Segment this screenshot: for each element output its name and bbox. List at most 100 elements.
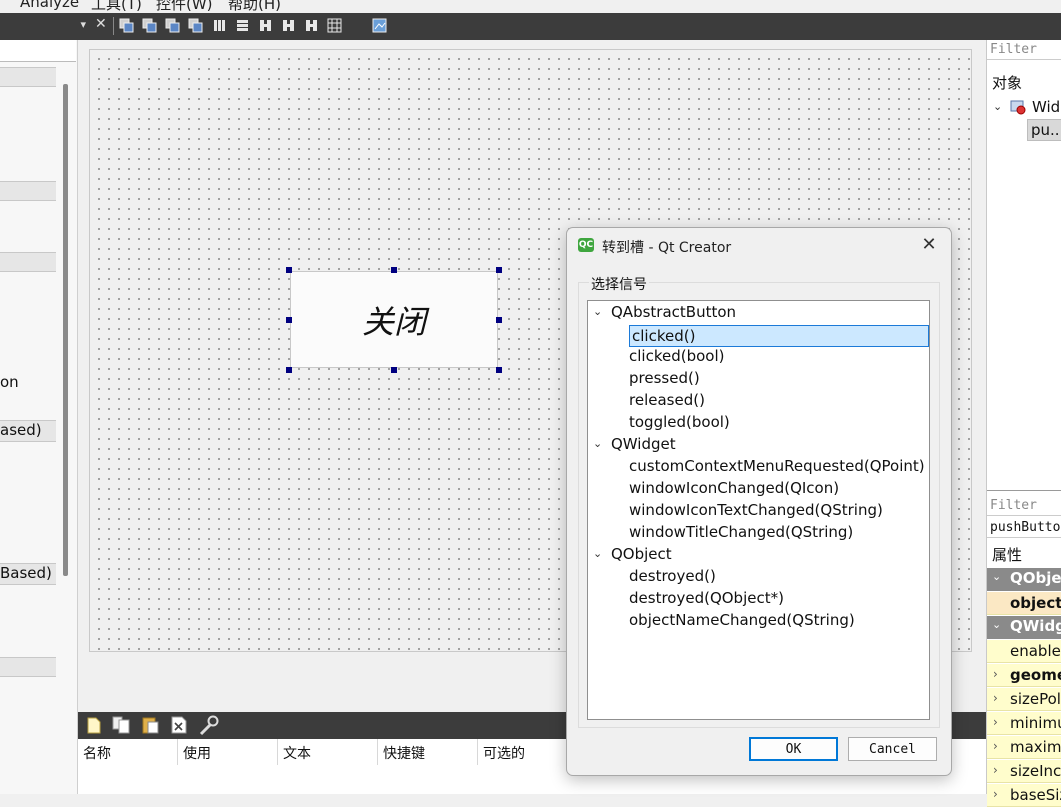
- column-header-shortcut[interactable]: 快捷键: [383, 743, 425, 763]
- delete-action-icon[interactable]: [171, 716, 187, 734]
- property-group[interactable]: ⌄ QObjec: [987, 568, 1061, 591]
- column-header-checkable[interactable]: 可选的: [483, 743, 525, 763]
- close-icon[interactable]: ✕: [95, 16, 107, 32]
- signal-class-node[interactable]: QObject: [611, 545, 672, 563]
- property-editor-filter[interactable]: Filter: [987, 496, 1061, 516]
- object-inspector-filter[interactable]: Filter: [987, 40, 1061, 60]
- resize-handle[interactable]: [496, 267, 502, 273]
- widget-box-panel: on ased) Based): [0, 40, 78, 794]
- layout-form-icon[interactable]: [304, 18, 319, 33]
- menu-analyze[interactable]: Analyze: [20, 0, 79, 11]
- push-button-close[interactable]: 关闭: [290, 271, 498, 368]
- property-row[interactable]: objectN: [987, 592, 1061, 615]
- signal-tree[interactable]: ⌄ QAbstractButton clicked() clicked(bool) pr…: [587, 300, 930, 720]
- paste-action-icon[interactable]: [141, 716, 160, 734]
- qt-creator-icon: QC: [578, 238, 594, 252]
- chevron-right-icon[interactable]: ›: [993, 739, 998, 753]
- signal-item[interactable]: pressed(): [629, 369, 700, 387]
- chevron-right-icon[interactable]: ›: [993, 787, 998, 801]
- signal-item[interactable]: toggled(bool): [629, 413, 730, 431]
- column-header-text[interactable]: 文本: [283, 743, 311, 763]
- layout-grid-icon[interactable]: [327, 18, 342, 33]
- property-group[interactable]: ⌄ QWidg: [987, 616, 1061, 639]
- chevron-down-icon[interactable]: ⌄: [593, 305, 602, 318]
- new-action-icon[interactable]: [87, 717, 101, 734]
- right-dock: Filter 对象 ⌄ Wid pu... Filter pushButto 属…: [986, 40, 1061, 807]
- resize-handle[interactable]: [391, 267, 397, 273]
- chevron-right-icon[interactable]: ›: [993, 667, 998, 681]
- object-root-item[interactable]: Wid: [1032, 98, 1060, 116]
- resize-handle[interactable]: [496, 317, 502, 323]
- cancel-button[interactable]: Cancel: [848, 737, 937, 761]
- widget-category[interactable]: [0, 252, 56, 272]
- layout-horizontal-splitter-icon[interactable]: [258, 18, 273, 33]
- widget-item[interactable]: on: [0, 373, 19, 391]
- signal-class-node[interactable]: QAbstractButton: [611, 303, 736, 321]
- layout-vertical-splitter-icon[interactable]: [281, 18, 296, 33]
- go-to-slot-dialog: QC 转到槽 - Qt Creator ✕ 选择信号 ⌄ QAbstractBut…: [566, 227, 952, 776]
- property-row[interactable]: › baseSiz: [987, 784, 1061, 807]
- dock-divider[interactable]: [987, 490, 1061, 491]
- chevron-down-icon[interactable]: ⌄: [593, 547, 602, 560]
- edit-signals-icon[interactable]: [165, 18, 180, 33]
- close-icon[interactable]: ✕: [919, 234, 939, 256]
- column-header-used[interactable]: 使用: [183, 743, 211, 763]
- menu-widgets[interactable]: 控件(W): [156, 0, 213, 13]
- chevron-down-icon[interactable]: ⌄: [992, 570, 1001, 583]
- property-object-label: pushButto: [987, 518, 1061, 538]
- toolbar-combo[interactable]: ▾: [0, 16, 90, 36]
- widget-category[interactable]: ased): [0, 420, 56, 442]
- break-layout-icon[interactable]: [372, 18, 387, 33]
- signal-item[interactable]: clicked(): [629, 325, 929, 347]
- widget-category[interactable]: Based): [0, 563, 56, 585]
- signal-item[interactable]: objectNameChanged(QString): [629, 611, 855, 629]
- widget-box-scrollbar[interactable]: [63, 84, 68, 576]
- widget-box-filter[interactable]: [0, 40, 76, 62]
- bring-to-front-icon[interactable]: [142, 18, 157, 33]
- menu-tools[interactable]: 工具(T): [91, 0, 142, 13]
- resize-handle[interactable]: [496, 367, 502, 373]
- widget-category[interactable]: [0, 181, 56, 201]
- edit-tab-order-icon[interactable]: [188, 18, 203, 33]
- property-row[interactable]: › sizePol: [987, 688, 1061, 711]
- signal-item[interactable]: released(): [629, 391, 705, 409]
- chevron-right-icon[interactable]: ›: [993, 763, 998, 777]
- dialog-title: 转到槽 - Qt Creator: [602, 240, 732, 256]
- chevron-right-icon[interactable]: ›: [993, 715, 998, 729]
- property-row[interactable]: › geome: [987, 664, 1061, 687]
- property-row[interactable]: › sizeIncr: [987, 760, 1061, 783]
- signal-item[interactable]: windowTitleChanged(QString): [629, 523, 853, 541]
- signal-item[interactable]: destroyed(QObject*): [629, 589, 784, 607]
- signal-class-node[interactable]: QWidget: [611, 435, 676, 453]
- resize-handle[interactable]: [286, 367, 292, 373]
- property-label: sizePol: [1010, 690, 1061, 708]
- property-row[interactable]: › minimu: [987, 712, 1061, 735]
- chevron-down-icon[interactable]: ⌄: [992, 618, 1001, 631]
- menu-help[interactable]: 帮助(H): [228, 0, 281, 13]
- signal-item[interactable]: customContextMenuRequested(QPoint): [629, 457, 925, 475]
- ok-button[interactable]: OK: [749, 737, 838, 761]
- property-row[interactable]: › maximu: [987, 736, 1061, 759]
- resize-handle[interactable]: [391, 367, 397, 373]
- object-child-item[interactable]: pu...: [1027, 119, 1061, 141]
- property-row[interactable]: enabled: [987, 640, 1061, 663]
- layout-horizontal-icon[interactable]: [212, 18, 227, 33]
- chevron-right-icon[interactable]: ›: [993, 691, 998, 705]
- signal-item[interactable]: destroyed(): [629, 567, 716, 585]
- wrench-icon[interactable]: [198, 715, 220, 736]
- send-to-back-icon[interactable]: [119, 18, 134, 33]
- copy-action-icon[interactable]: [112, 716, 132, 734]
- widget-category[interactable]: [0, 657, 56, 677]
- resize-handle[interactable]: [286, 317, 292, 323]
- chevron-down-icon[interactable]: ⌄: [993, 100, 1002, 113]
- column-header-name[interactable]: 名称: [83, 743, 111, 763]
- layout-vertical-icon[interactable]: [235, 18, 250, 33]
- signal-item[interactable]: clicked(bool): [629, 347, 724, 365]
- signal-item[interactable]: windowIconChanged(QIcon): [629, 479, 839, 497]
- chevron-down-icon[interactable]: ⌄: [593, 437, 602, 450]
- column-divider: [377, 739, 378, 765]
- resize-handle[interactable]: [286, 267, 292, 273]
- signal-item[interactable]: windowIconTextChanged(QString): [629, 501, 883, 519]
- dialog-title-bar[interactable]: QC 转到槽 - Qt Creator ✕: [567, 228, 951, 264]
- widget-category[interactable]: [0, 67, 56, 87]
